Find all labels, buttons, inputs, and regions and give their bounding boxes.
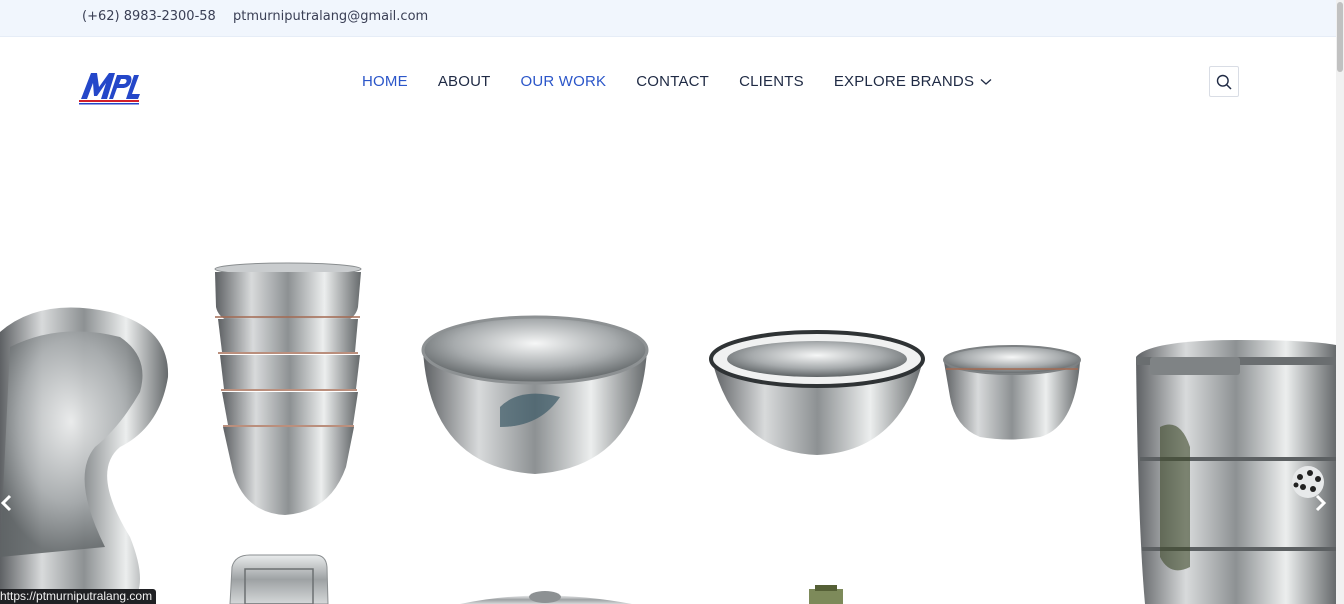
scrollbar-thumb[interactable]	[1337, 2, 1343, 72]
contact-phone[interactable]: (+62) 8983-2300-58	[82, 9, 216, 24]
product-showcase-image	[0, 262, 1336, 604]
nav-contact[interactable]: CONTACT	[636, 73, 709, 90]
nav-about[interactable]: ABOUT	[438, 73, 491, 90]
product-bottle	[809, 585, 843, 604]
product-pot-lid	[460, 591, 632, 604]
search-icon	[1216, 74, 1232, 90]
main-nav: HOME ABOUT OUR WORK CONTACT CLIENTS EXPL…	[362, 73, 1022, 90]
product-mixing-bowl	[421, 315, 649, 474]
site-logo[interactable]	[79, 69, 141, 105]
nav-explore-brands-label: EXPLORE BRANDS	[833, 73, 975, 90]
search-button[interactable]	[1209, 66, 1239, 97]
chevron-down-icon	[980, 78, 992, 85]
chevron-left-icon[interactable]	[0, 492, 20, 514]
nav-explore-brands[interactable]: EXPLORE BRANDS	[834, 73, 992, 90]
nav-our-work[interactable]: OUR WORK	[521, 73, 607, 90]
contact-email[interactable]: ptmurniputralang@gmail.com	[233, 9, 428, 24]
product-stacked-bowls	[214, 262, 362, 515]
product-steamer-drum	[1136, 340, 1336, 604]
page-scrollbar[interactable]	[1336, 0, 1344, 604]
hero-slider	[0, 127, 1336, 604]
nav-clients[interactable]: CLIENTS	[739, 73, 804, 90]
site-header: HOME ABOUT OUR WORK CONTACT CLIENTS EXPL…	[0, 37, 1336, 127]
product-wide-bowl	[709, 330, 925, 455]
product-tray	[229, 554, 329, 604]
nav-home[interactable]: HOME	[362, 73, 408, 90]
browser-status-url: https://ptmurniputralang.com	[0, 589, 157, 604]
chevron-right-icon[interactable]	[1310, 492, 1330, 514]
top-contact-bar: (+62) 8983-2300-58 ptmurniputralang@gmai…	[0, 0, 1336, 37]
product-kidney-dish	[0, 307, 169, 604]
product-small-bowl	[943, 345, 1081, 440]
